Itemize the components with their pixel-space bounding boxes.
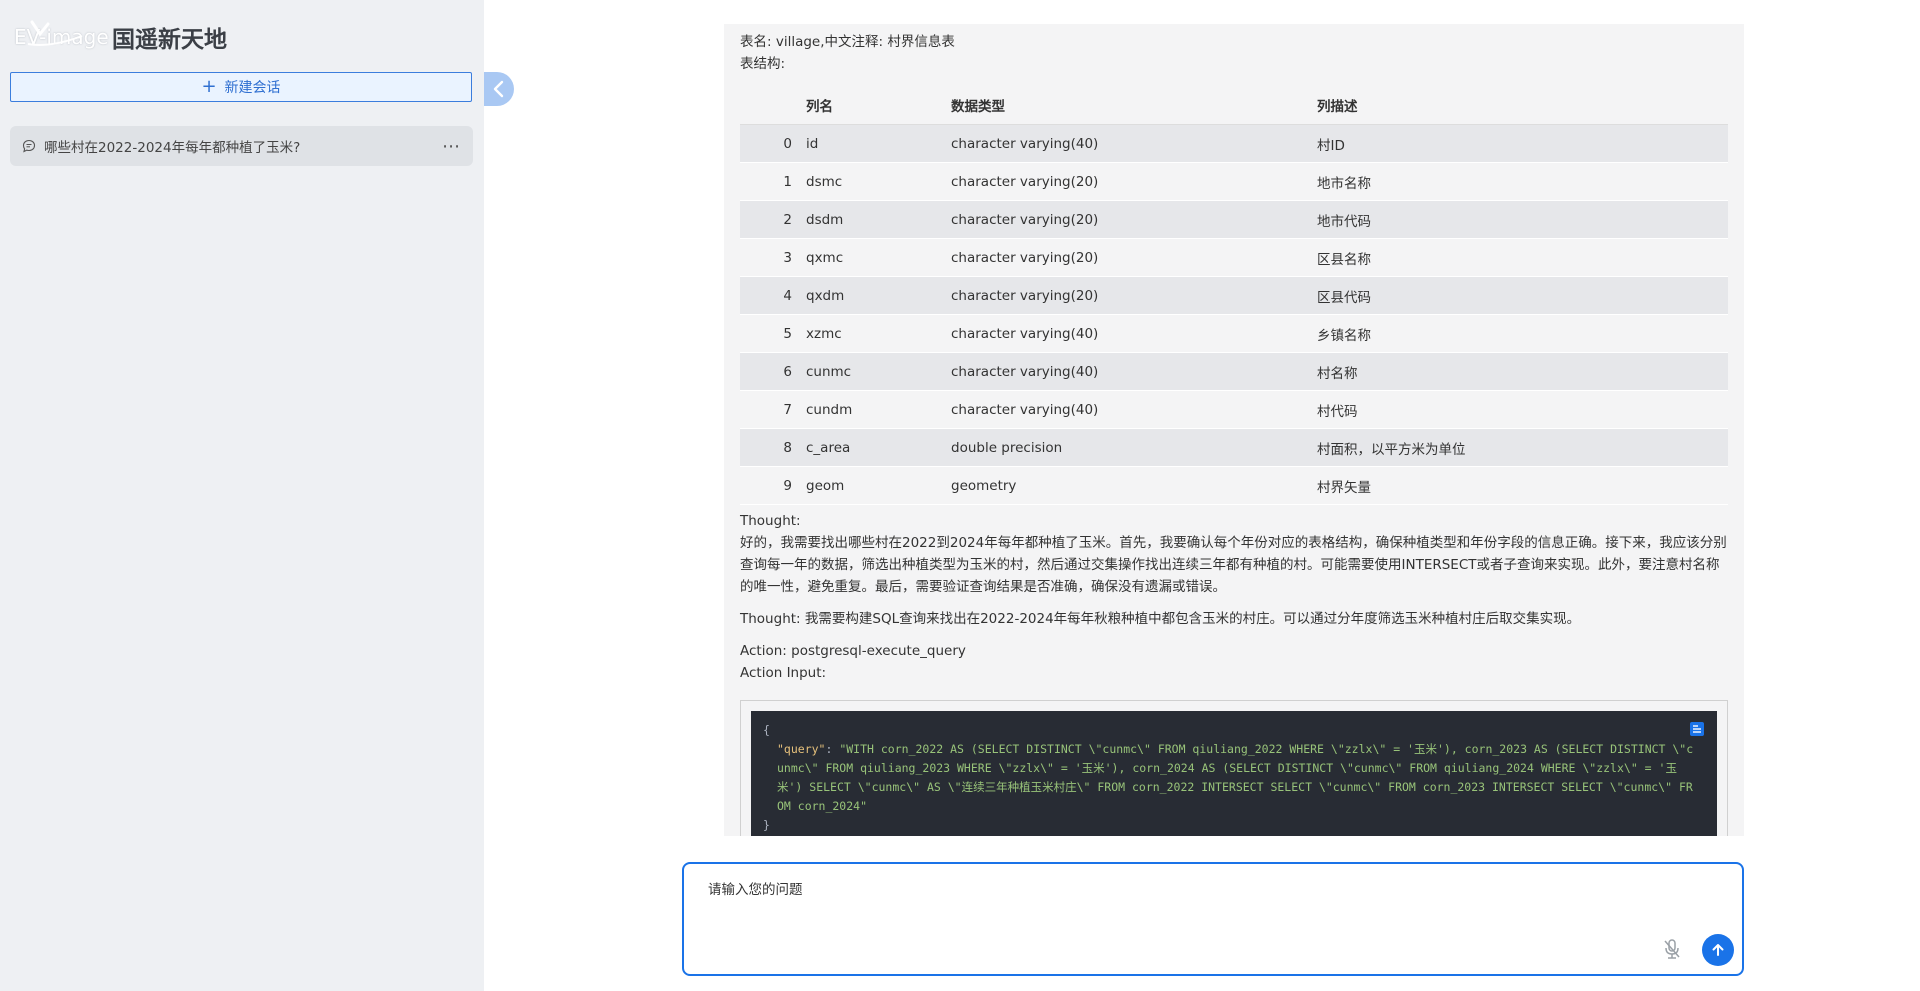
- table-header-row: 列名 数据类型 列描述: [740, 86, 1728, 125]
- row-name: qxdm: [806, 276, 951, 315]
- table-name-line: 表名: village,中文注释: 村界信息表: [740, 34, 955, 50]
- plus-icon: +: [201, 76, 217, 97]
- new-chat-label: 新建会话: [224, 80, 281, 96]
- row-index: 4: [740, 276, 806, 315]
- schema-table: 列名 数据类型 列描述 0 id character varying(40) 村…: [740, 86, 1728, 505]
- row-name: dsmc: [806, 162, 951, 201]
- row-index: 6: [740, 352, 806, 391]
- row-desc: 村名称: [1317, 352, 1728, 391]
- action-input-label: Action Input:: [740, 665, 827, 681]
- row-index: 8: [740, 428, 806, 467]
- row-type: geometry: [951, 466, 1317, 505]
- table-row: 4 qxdm character varying(20) 区县代码: [740, 276, 1728, 315]
- new-chat-button[interactable]: + 新建会话: [10, 72, 472, 102]
- row-type: character varying(20): [951, 276, 1317, 315]
- sidebar: EV-image 国遥新天地 + 新建会话 哪些村在2022-2024年每年都种…: [0, 0, 484, 991]
- assistant-message: 表名: village,中文注释: 村界信息表 表结构: 列名 数据类型 列描述…: [724, 24, 1744, 836]
- code-query-line: "query": "WITH corn_2022 AS (SELECT DIST…: [777, 742, 1694, 813]
- table-row: 5 xzmc character varying(40) 乡镇名称: [740, 314, 1728, 353]
- arrow-up-icon: [1712, 944, 1724, 956]
- more-options-icon[interactable]: ⋯: [442, 136, 461, 157]
- row-index: 9: [740, 466, 806, 505]
- conversation-title: 哪些村在2022-2024年每年都种植了玉米?: [44, 140, 301, 156]
- row-type: character varying(20): [951, 162, 1317, 201]
- index-header: [740, 86, 806, 125]
- table-row: 9 geom geometry 村界矢量: [740, 466, 1728, 505]
- logo-swoosh-icon: [27, 20, 83, 46]
- code-value: "WITH corn_2022 AS (SELECT DISTINCT \"cu…: [777, 742, 1694, 813]
- app-title: 国遥新天地: [112, 27, 227, 53]
- row-type: character varying(40): [951, 352, 1317, 391]
- structure-label: 表结构:: [740, 56, 786, 72]
- code-close-brace: }: [763, 818, 770, 832]
- column-header-name: 列名: [806, 86, 951, 125]
- row-desc: 地市名称: [1317, 162, 1728, 201]
- row-desc: 地市代码: [1317, 200, 1728, 239]
- table-row: 8 c_area double precision 村面积，以平方米为单位: [740, 428, 1728, 467]
- row-desc: 村面积，以平方米为单位: [1317, 428, 1728, 467]
- row-type: character varying(20): [951, 238, 1317, 277]
- table-row: 0 id character varying(40) 村ID: [740, 124, 1728, 163]
- conversation-item[interactable]: 哪些村在2022-2024年每年都种植了玉米? ⋯: [10, 126, 473, 166]
- row-name: qxmc: [806, 238, 951, 277]
- thought-label: Thought:: [740, 513, 801, 529]
- copy-icon[interactable]: [1689, 721, 1705, 737]
- table-row: 6 cunmc character varying(40) 村名称: [740, 352, 1728, 391]
- row-desc: 区县名称: [1317, 238, 1728, 277]
- row-type: character varying(40): [951, 314, 1317, 353]
- thought-2-text: Thought: 我需要构建SQL查询来找出在2022-2024年每年秋粮种植中…: [740, 611, 1581, 627]
- chat-input-box: [682, 862, 1744, 976]
- send-button[interactable]: [1702, 934, 1734, 966]
- thought-text: 好的，我需要找出哪些村在2022到2024年每年都种植了玉米。首先，我要确认每个…: [740, 535, 1727, 595]
- row-index: 5: [740, 314, 806, 353]
- row-index: 1: [740, 162, 806, 201]
- chevron-left-icon: [493, 80, 504, 98]
- row-name: xzmc: [806, 314, 951, 353]
- row-index: 2: [740, 200, 806, 239]
- row-type: character varying(40): [951, 124, 1317, 163]
- row-desc: 村代码: [1317, 390, 1728, 429]
- row-desc: 乡镇名称: [1317, 314, 1728, 353]
- code-open-brace: {: [763, 723, 770, 737]
- row-name: id: [806, 124, 951, 163]
- table-row: 7 cundm character varying(40) 村代码: [740, 390, 1728, 429]
- row-name: geom: [806, 466, 951, 505]
- table-row: 2 dsdm character varying(20) 地市代码: [740, 200, 1728, 239]
- column-header-desc: 列描述: [1317, 86, 1728, 125]
- row-desc: 村ID: [1317, 124, 1728, 163]
- microphone-off-icon[interactable]: [1662, 938, 1682, 960]
- table-row: 1 dsmc character varying(20) 地市名称: [740, 162, 1728, 201]
- code-key: "query": [777, 742, 826, 756]
- table-row: 3 qxmc character varying(20) 区县名称: [740, 238, 1728, 277]
- chat-bubble-icon: [22, 139, 36, 153]
- action-line: Action: postgresql-execute_query: [740, 643, 966, 659]
- row-desc: 区县代码: [1317, 276, 1728, 315]
- row-type: double precision: [951, 428, 1317, 467]
- question-input[interactable]: [706, 876, 1710, 940]
- row-type: character varying(20): [951, 200, 1317, 239]
- row-index: 0: [740, 124, 806, 163]
- row-type: character varying(40): [951, 390, 1317, 429]
- collapse-sidebar-button[interactable]: [484, 72, 514, 106]
- code-content: { "query": "WITH corn_2022 AS (SELECT DI…: [751, 711, 1717, 836]
- row-index: 3: [740, 238, 806, 277]
- row-name: cunmc: [806, 352, 951, 391]
- column-header-type: 数据类型: [951, 86, 1317, 125]
- row-name: dsdm: [806, 200, 951, 239]
- code-block: { "query": "WITH corn_2022 AS (SELECT DI…: [740, 700, 1728, 836]
- row-name: c_area: [806, 428, 951, 467]
- row-name: cundm: [806, 390, 951, 429]
- row-desc: 村界矢量: [1317, 466, 1728, 505]
- row-index: 7: [740, 390, 806, 429]
